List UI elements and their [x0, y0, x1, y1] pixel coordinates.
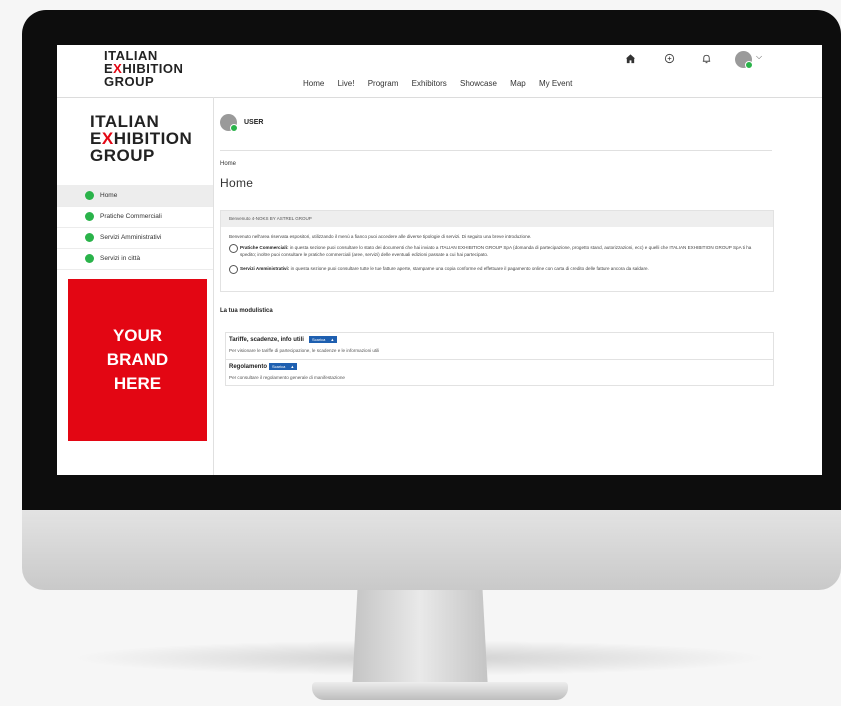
screen: ITALIAN EXHIBITION GROUP Home Live! Prog…: [57, 45, 822, 475]
brand-placeholder-banner[interactable]: YOUR BRAND HERE: [68, 279, 207, 441]
sidebar-item-label: Pratiche Commerciali: [100, 213, 162, 220]
modulistica-title: La tua modulistica: [220, 308, 273, 314]
nav-program[interactable]: Program: [368, 79, 399, 88]
username: USER: [244, 119, 264, 126]
nav-map[interactable]: Map: [510, 79, 526, 88]
list-item: Regolamento Scarica ▲ Per consultare il r…: [226, 359, 773, 386]
download-label: Scarica: [272, 364, 286, 369]
sidebar: ITALIAN EXHIBITION GROUP Home Pratiche C…: [57, 97, 214, 475]
breadcrumb[interactable]: Home: [220, 161, 236, 167]
sidebar-item-label: Servizi in città: [100, 255, 141, 262]
list-icon: [229, 244, 238, 253]
status-dot-icon: [85, 254, 94, 263]
divider: [220, 150, 772, 151]
nav-showcase[interactable]: Showcase: [460, 79, 497, 88]
download-button[interactable]: Scarica ▲: [309, 336, 338, 343]
main-content: USER Home Home Benvenuto 4-NOKS BY ASTRE…: [220, 97, 780, 475]
module-description: Per consultare il regolamento generale d…: [229, 375, 345, 380]
nav-home[interactable]: Home: [303, 79, 324, 88]
list-item: Tariffe, scadenze, info utili Scarica ▲ P…: [226, 333, 773, 359]
status-dot-icon: [85, 191, 94, 200]
nav-live[interactable]: Live!: [338, 79, 355, 88]
nav-my-event[interactable]: My Event: [539, 79, 572, 88]
welcome-intro: Benvenuto nell'area riservata espositori…: [229, 234, 532, 239]
chat-icon[interactable]: [662, 53, 676, 67]
module-title: Tariffe, scadenze, info utili: [229, 337, 304, 343]
download-icon: ▲: [290, 364, 295, 369]
logo-line: GROUP: [90, 146, 155, 165]
download-label: Scarica: [312, 337, 326, 342]
monitor-stand: [352, 590, 488, 690]
bullet-text: Servizi Amministrativi: in questa sezion…: [240, 265, 768, 272]
top-header: ITALIAN EXHIBITION GROUP Home Live! Prog…: [57, 45, 822, 98]
monitor-foot: [312, 682, 568, 700]
sidebar-item-label: Home: [100, 192, 118, 199]
download-button[interactable]: Scarica ▲: [269, 363, 298, 370]
sidebar-item-pratiche-commerciali[interactable]: Pratiche Commerciali: [57, 206, 213, 228]
main-nav: Home Live! Program Exhibitors Showcase M…: [303, 79, 583, 88]
logo-line: EXHIBITION: [90, 129, 193, 148]
sidebar-item-label: Servizi Amministrativi: [100, 234, 162, 241]
header-logo[interactable]: ITALIAN EXHIBITION GROUP: [104, 49, 183, 88]
status-dot-icon: [85, 212, 94, 221]
welcome-header: Benvenuto 4-NOKS BY ASTREL GROUP: [221, 211, 773, 227]
modulistica-list: Tariffe, scadenze, info utili Scarica ▲ P…: [225, 332, 774, 386]
monitor-chin: [22, 510, 841, 590]
home-icon[interactable]: [623, 53, 637, 67]
nav-exhibitors[interactable]: Exhibitors: [412, 79, 447, 88]
sidebar-item-home[interactable]: Home: [57, 185, 213, 207]
user-avatar: [220, 114, 238, 132]
status-dot-icon: [85, 233, 94, 242]
bell-icon[interactable]: [699, 53, 713, 67]
bullet-body: in questa sezione puoi consultare tutte …: [289, 266, 649, 271]
online-status-dot: [230, 124, 238, 132]
module-description: Per visionare le tariffe di partecipazio…: [229, 348, 380, 353]
brand-line: BRAND: [106, 350, 169, 369]
sidebar-item-servizi-amministrativi[interactable]: Servizi Amministrativi: [57, 227, 213, 249]
bullet-title: Pratiche Commerciali:: [240, 245, 289, 250]
module-title: Regolamento: [229, 364, 268, 370]
chevron-down-icon[interactable]: ⌵: [756, 52, 762, 62]
user-avatar[interactable]: [735, 51, 753, 69]
welcome-panel: Benvenuto 4-NOKS BY ASTREL GROUP Benvenu…: [220, 210, 774, 292]
download-icon: ▲: [330, 337, 335, 342]
page-title: Home: [220, 176, 254, 190]
bullet-body: in questa sezione puoi consultare lo sta…: [240, 245, 752, 257]
brand-line: YOUR: [112, 326, 163, 345]
sidebar-logo[interactable]: ITALIAN EXHIBITION GROUP: [90, 113, 192, 164]
bullet-text: Pratiche Commerciali: in questa sezione …: [240, 244, 768, 258]
list-icon: [229, 265, 238, 274]
online-status-dot: [745, 61, 753, 69]
bullet-title: Servizi Amministrativi:: [240, 266, 290, 271]
logo-line: GROUP: [104, 74, 155, 89]
brand-line: HERE: [113, 374, 162, 393]
logo-line: ITALIAN: [90, 112, 160, 131]
sidebar-item-servizi-in-citta[interactable]: Servizi in città: [57, 248, 213, 270]
